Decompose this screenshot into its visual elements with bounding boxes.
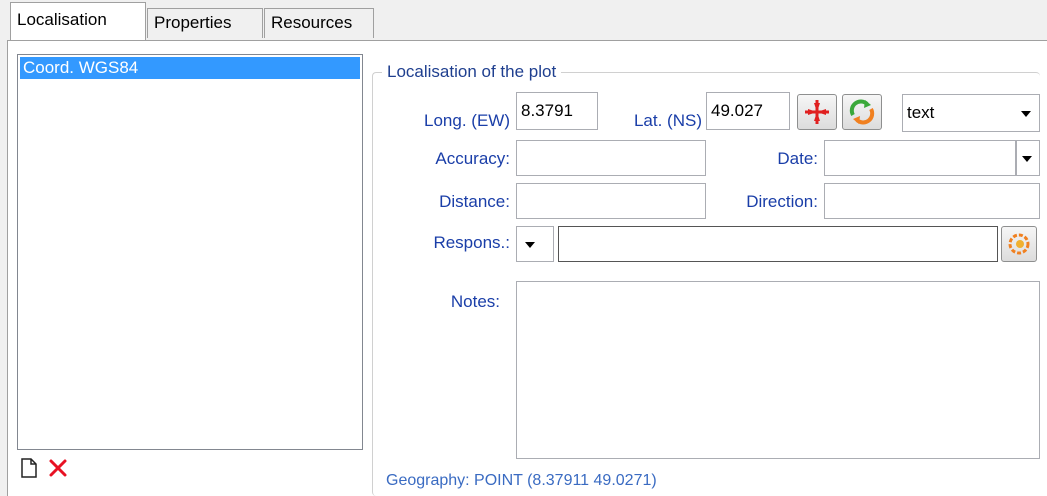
- chevron-down-icon: [1022, 156, 1032, 162]
- tab-label: Resources: [271, 13, 353, 32]
- chevron-down-icon: [1021, 111, 1031, 117]
- crosshair-icon: [805, 100, 829, 124]
- person-lookup-icon: [1008, 233, 1030, 255]
- format-select[interactable]: text: [902, 94, 1040, 132]
- accuracy-label: Accuracy:: [435, 149, 510, 168]
- longitude-field[interactable]: 8.3791: [516, 92, 598, 130]
- respons-dropdown-button[interactable]: [516, 226, 554, 262]
- new-document-icon[interactable]: [20, 457, 38, 479]
- latitude-label: Lat. (NS): [633, 111, 702, 130]
- tab-localisation[interactable]: Localisation: [10, 2, 146, 40]
- accuracy-field[interactable]: [516, 140, 706, 176]
- latitude-field[interactable]: 49.027: [706, 92, 790, 130]
- distance-field[interactable]: [516, 183, 706, 219]
- convert-button[interactable]: [842, 94, 882, 130]
- date-dropdown-button[interactable]: [1016, 140, 1040, 176]
- distance-label: Distance:: [439, 192, 510, 211]
- date-label: Date:: [777, 149, 818, 168]
- date-field[interactable]: [824, 140, 1016, 176]
- respons-field[interactable]: [558, 226, 998, 262]
- convert-arrows-icon: [849, 99, 875, 125]
- longitude-label: Long. (EW): [424, 111, 510, 130]
- direction-label: Direction:: [746, 192, 818, 211]
- tab-properties[interactable]: Properties: [147, 8, 263, 38]
- coordinate-list[interactable]: Coord. WGS84: [17, 54, 363, 450]
- list-item-label: Coord. WGS84: [23, 58, 139, 77]
- respons-label: Respons.:: [433, 233, 510, 252]
- crosshair-button[interactable]: [797, 94, 837, 130]
- list-item[interactable]: Coord. WGS84: [20, 57, 360, 79]
- tab-label: Localisation: [17, 10, 107, 29]
- groupbox-legend: Localisation of the plot: [382, 62, 562, 82]
- chevron-down-icon: [525, 242, 535, 248]
- geography-status: Geography: POINT (8.37911 49.0271): [386, 472, 657, 489]
- direction-field[interactable]: [824, 183, 1040, 219]
- delete-x-icon[interactable]: [48, 458, 68, 478]
- tab-label: Properties: [154, 13, 232, 32]
- notes-textarea[interactable]: [516, 281, 1040, 459]
- respons-lookup-button[interactable]: [1001, 226, 1037, 262]
- notes-label: Notes:: [450, 292, 500, 311]
- format-select-value: text: [907, 103, 935, 122]
- tab-resources[interactable]: Resources: [264, 8, 374, 38]
